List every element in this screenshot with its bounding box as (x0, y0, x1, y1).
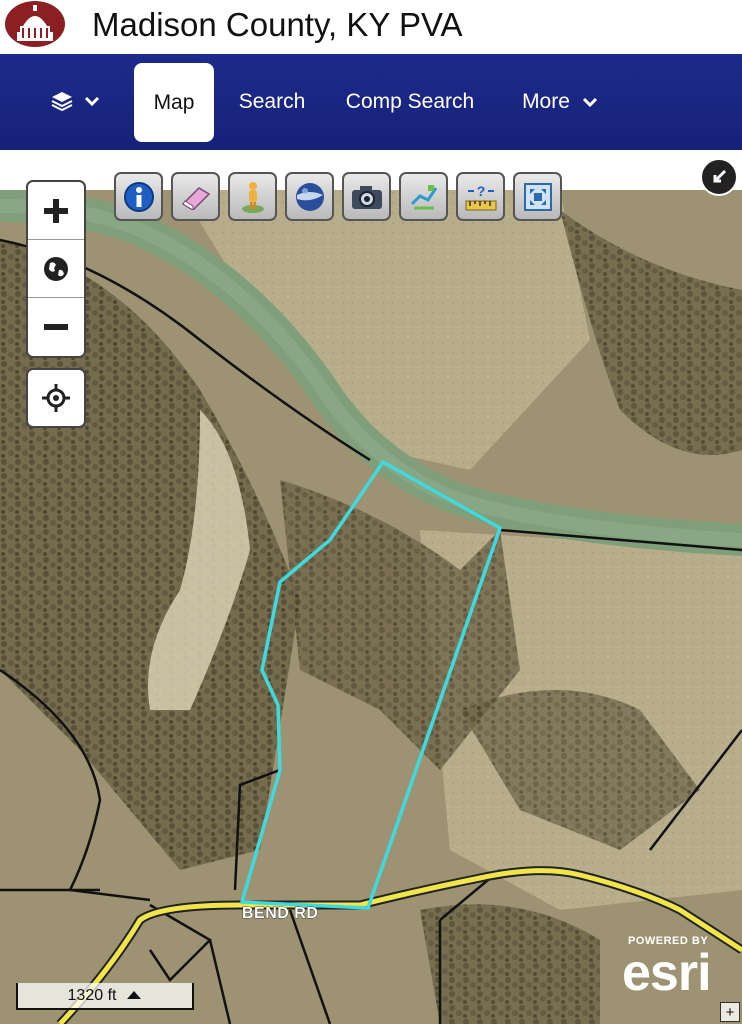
zoom-controls (26, 180, 86, 358)
main-navbar: Map Search Comp Search More (0, 54, 742, 150)
attribution-expand-icon[interactable]: + (720, 1002, 740, 1022)
esri-attribution: POWERED BY esri (622, 935, 712, 1002)
scale-label: 1320 ft (67, 986, 117, 1004)
zoom-out-icon[interactable] (28, 298, 84, 356)
camera-icon[interactable] (342, 172, 391, 221)
nav-tab-map[interactable]: Map (134, 63, 214, 142)
map-view[interactable]: BEND RD ? 1320 ft POWERED BY esri + (0, 150, 742, 1024)
svg-text:?: ? (476, 183, 485, 199)
globe-icon[interactable] (28, 240, 84, 298)
globe-ball-icon[interactable] (285, 172, 334, 221)
nav-tab-more[interactable]: More (510, 62, 610, 142)
layers-menu-button[interactable] (50, 88, 100, 118)
app-header: Madison County, KY PVA (0, 0, 742, 54)
measure-icon[interactable]: ? (456, 172, 505, 221)
nav-tab-comp-search[interactable]: Comp Search (344, 62, 476, 142)
site-title: Madison County, KY PVA (92, 6, 463, 43)
layers-icon (50, 91, 74, 116)
caret-up-icon (126, 987, 142, 1005)
zoom-in-icon[interactable] (28, 182, 84, 240)
scale-bar[interactable]: 1320 ft (16, 983, 194, 1010)
collapse-arrow-icon[interactable] (700, 158, 738, 196)
road-label-bend-rd: BEND RD (242, 905, 318, 922)
fullscreen-icon[interactable] (513, 172, 562, 221)
info-icon[interactable] (114, 172, 163, 221)
map-toolbar: ? (114, 172, 562, 224)
chevron-down-icon (582, 90, 598, 114)
crosshair-icon[interactable] (26, 368, 86, 428)
nav-more-label: More (522, 90, 570, 113)
esri-logo: esri (622, 944, 712, 1002)
eraser-icon[interactable] (171, 172, 220, 221)
draw-icon[interactable] (399, 172, 448, 221)
courthouse-dome-logo-icon[interactable] (4, 0, 66, 50)
aerial-imagery: BEND RD (0, 150, 742, 1024)
nav-tab-search[interactable]: Search (236, 62, 308, 142)
chevron-down-icon (84, 94, 100, 112)
street-view-icon[interactable] (228, 172, 277, 221)
